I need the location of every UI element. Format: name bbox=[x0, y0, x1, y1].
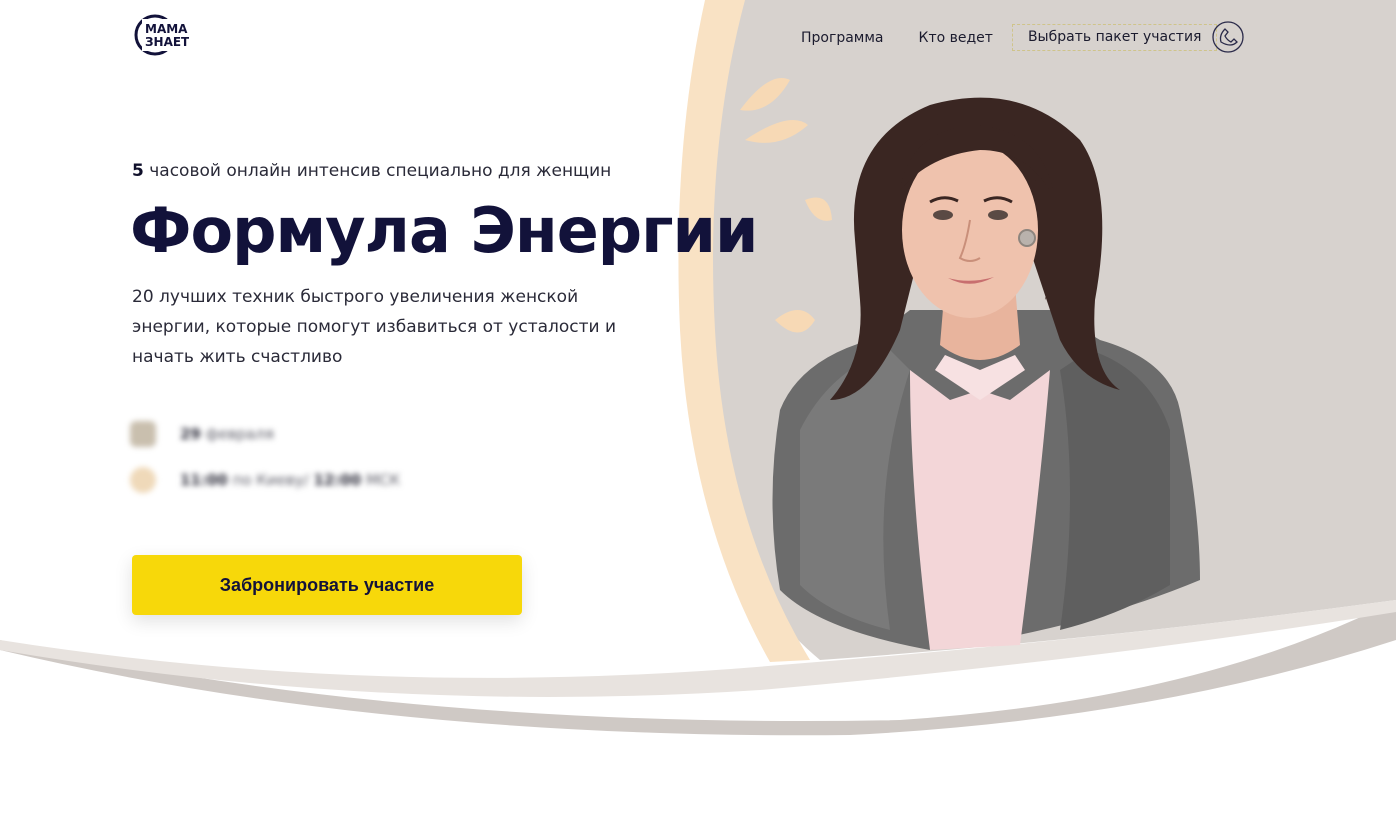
logo-text-bottom: ЗНАЕТ bbox=[145, 35, 189, 49]
hero-subtitle: 20 лучших техник быстрого увеличения жен… bbox=[132, 287, 617, 367]
time-kyiv-label: по Киеву/ bbox=[227, 471, 314, 489]
date-day: 29 bbox=[180, 425, 201, 443]
time-kyiv: 11:00 bbox=[180, 471, 228, 489]
date-month: февраля bbox=[200, 425, 274, 443]
logo[interactable]: МАМА ЗНАЕТ bbox=[133, 13, 190, 57]
eyebrow-hours: 5 bbox=[132, 161, 144, 181]
book-participation-button[interactable]: Забронировать участие bbox=[132, 555, 522, 615]
date-text: 29 февраля bbox=[180, 425, 274, 443]
host-portrait bbox=[772, 97, 1200, 650]
eyebrow-text: часовой онлайн интенсив специально для ж… bbox=[143, 161, 612, 181]
time-text: 11:00 по Киеву/ 12:00 МСК bbox=[180, 471, 400, 489]
choose-package-button[interactable]: Выбрать пакет участия bbox=[1011, 24, 1218, 51]
logo-mark: МАМА ЗНАЕТ bbox=[134, 14, 190, 56]
clock-icon bbox=[130, 467, 156, 493]
hero-title: Формула Энергии bbox=[130, 194, 758, 267]
event-date: 29 февраля bbox=[130, 421, 274, 447]
event-time: 11:00 по Киеву/ 12:00 МСК bbox=[130, 467, 400, 493]
calendar-icon bbox=[130, 421, 156, 447]
phone-icon[interactable] bbox=[1211, 20, 1245, 54]
top-nav: Программа Кто ведет Выбрать пакет участи… bbox=[801, 24, 1218, 51]
nav-program[interactable]: Программа bbox=[801, 30, 884, 46]
time-msk: 12:00 bbox=[313, 471, 362, 489]
hero-eyebrow: 5 часовой онлайн интенсив специально для… bbox=[132, 161, 611, 181]
nav-host[interactable]: Кто ведет bbox=[919, 30, 993, 46]
time-msk-label: МСК bbox=[361, 471, 401, 489]
logo-text-top: МАМА bbox=[145, 22, 188, 36]
